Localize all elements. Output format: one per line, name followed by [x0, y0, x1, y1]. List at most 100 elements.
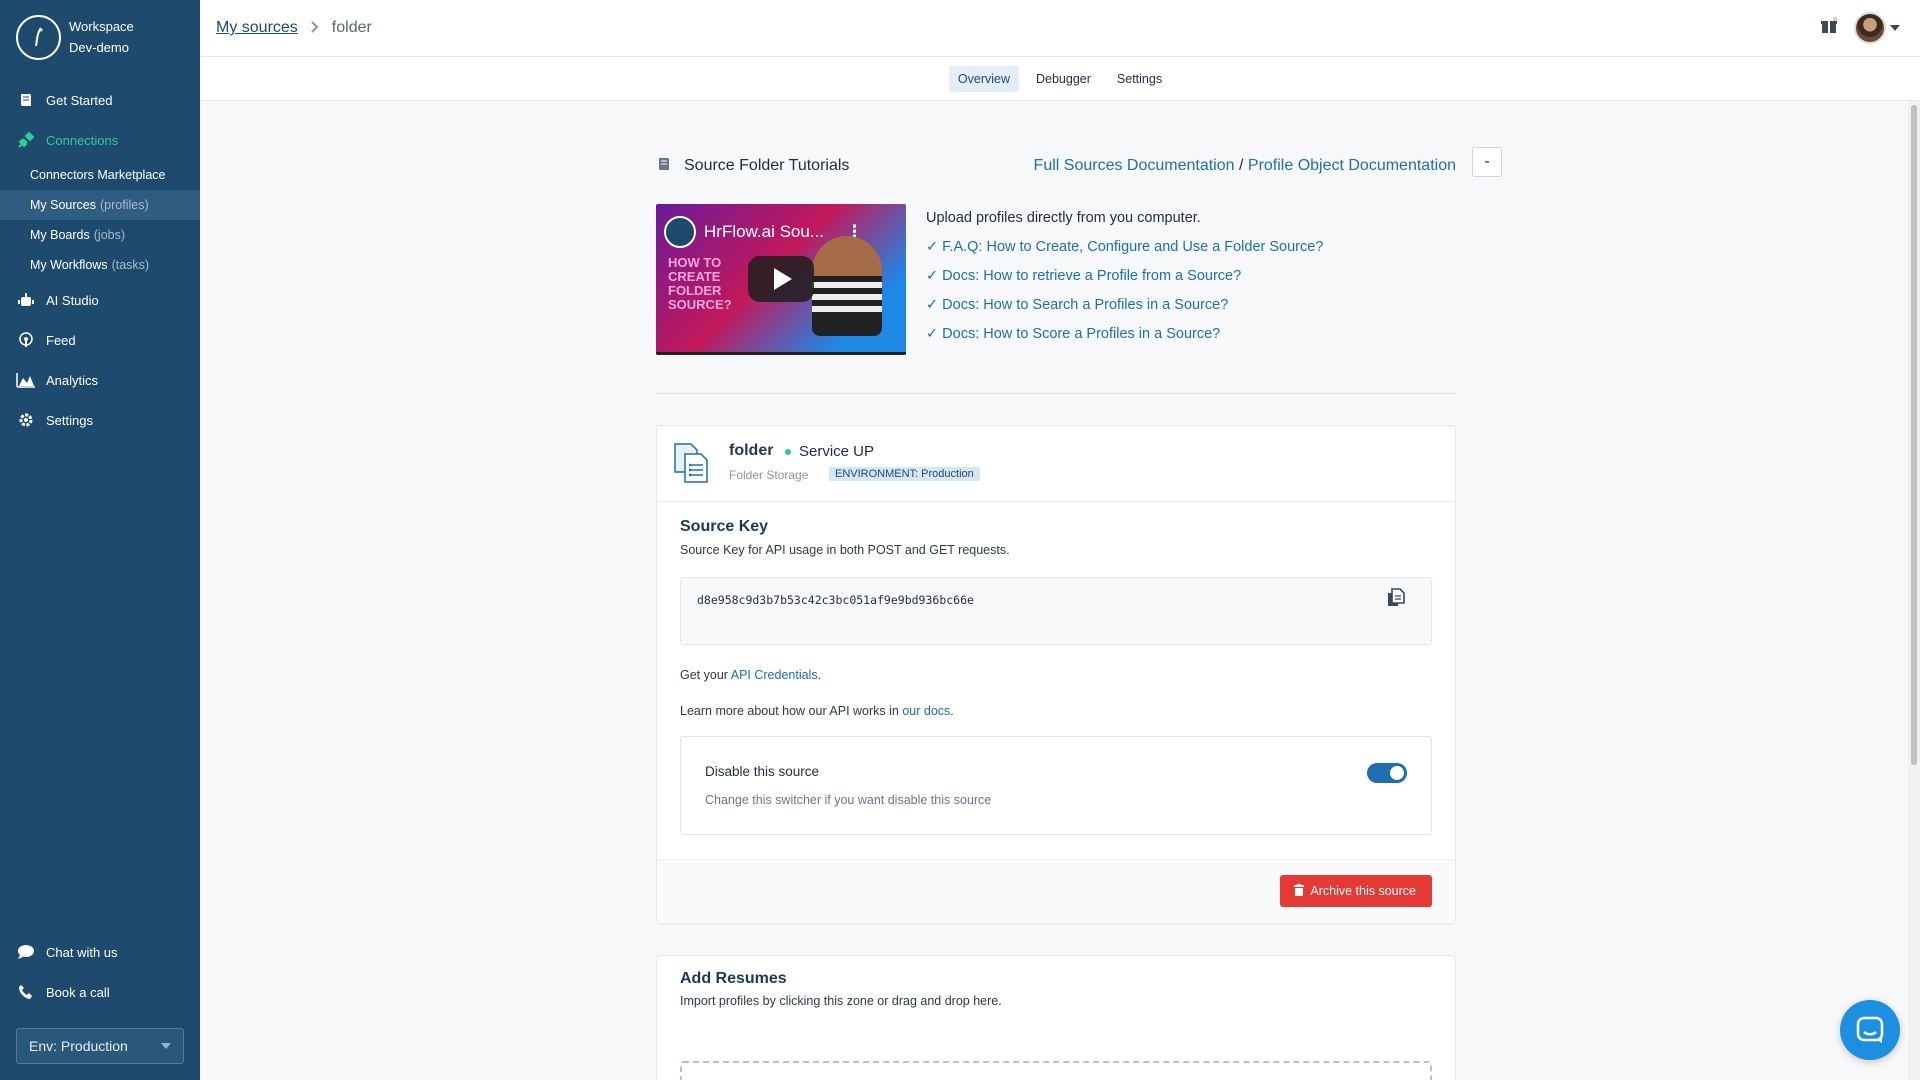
environment-select[interactable]: Env: Production [16, 1028, 184, 1064]
sidebar-item-label: Analytics [46, 372, 99, 388]
chat-launcher-button[interactable] [1840, 1000, 1900, 1060]
folder-storage-icon [672, 441, 712, 483]
breadcrumb-my-sources[interactable]: My sources [216, 19, 298, 37]
source-header: folder Service UP Folder Storage ENVIRON… [657, 426, 1455, 502]
our-docs-link[interactable]: our docs [902, 704, 950, 718]
status-dot-icon [785, 448, 791, 455]
source-key-value[interactable]: d8e958c9d3b7b53c42c3bc051af9e9bd936bc66e [697, 593, 974, 607]
profile-object-doc-link[interactable]: Profile Object Documentation [1248, 157, 1456, 174]
sidebar-item-settings[interactable]: Settings [0, 400, 200, 440]
avatar [1854, 12, 1886, 44]
source-type: Folder Storage [729, 468, 809, 482]
sidebar-item-label: Feed [46, 332, 76, 348]
sidebar-item-label: Book a call [46, 984, 110, 1000]
doc-links-separator: / [1238, 157, 1244, 174]
sidebar-item-book-call[interactable]: Book a call [0, 972, 200, 1012]
sidebar-sub-connectors-marketplace[interactable]: Connectors Marketplace [0, 160, 200, 190]
video-thumbnail-person [812, 236, 882, 336]
hrflow-logo-icon [664, 216, 696, 248]
environment-select-value: Env: Production [29, 1038, 128, 1054]
resume-dropzone[interactable] [680, 1061, 1432, 1080]
sidebar-sub-my-workflows[interactable]: My Workflows (tasks) [0, 250, 200, 280]
source-card-footer: Archive this source [657, 859, 1455, 923]
credentials-text: Get your API Credentials. [680, 668, 822, 682]
tutorials-body: HrFlow.ai Sou... ⋮ HOW TO CREATE FOLDER … [656, 204, 1456, 355]
environment-badge: ENVIRONMENT: Production [829, 467, 980, 481]
sidebar-item-label: Chat with us [46, 944, 118, 960]
page-tabs: Overview Debugger Settings [200, 57, 1920, 101]
add-resumes-subtitle: Import profiles by clicking this zone or… [680, 994, 1002, 1008]
tutorials-title: Source Folder Tutorials [684, 157, 850, 174]
sidebar: Workspace Dev-demo Get Started Connectio… [0, 0, 200, 1080]
tutorial-link-faq[interactable]: ✓ F.A.Q: How to Create, Configure and Us… [926, 233, 1323, 262]
book-icon [656, 156, 672, 177]
sidebar-item-analytics[interactable]: Analytics [0, 360, 200, 400]
sidebar-sub-my-boards[interactable]: My Boards (jobs) [0, 220, 200, 250]
tutorial-list: Upload profiles directly from you comput… [926, 204, 1323, 349]
tutorial-link-score[interactable]: ✓ Docs: How to Score a Profiles in a Sou… [926, 320, 1323, 349]
user-menu[interactable] [1854, 12, 1900, 44]
robot-icon [16, 290, 36, 310]
tab-overview[interactable]: Overview [948, 65, 1019, 92]
sidebar-item-chat[interactable]: Chat with us [0, 932, 200, 972]
sidebar-sub-my-sources[interactable]: My Sources (profiles) [0, 190, 200, 220]
main-content: Source Folder Tutorials Full Sources Doc… [200, 101, 1908, 1080]
tab-settings[interactable]: Settings [1108, 66, 1171, 92]
collapse-tutorials-button[interactable]: - [1472, 147, 1502, 177]
chat-launcher-icon [1856, 1016, 1884, 1043]
tutorial-video[interactable]: HrFlow.ai Sou... ⋮ HOW TO CREATE FOLDER … [656, 204, 906, 355]
chevron-down-icon [161, 1043, 171, 1049]
podcast-icon [16, 330, 36, 350]
top-bar: My sources folder [200, 0, 1920, 57]
gear-icon [16, 410, 36, 430]
add-resumes-title: Add Resumes [680, 970, 787, 987]
chart-area-icon [16, 370, 36, 390]
doc-links: Full Sources Documentation / Profile Obj… [1034, 157, 1456, 175]
source-key-subtitle: Source Key for API usage in both POST an… [680, 543, 1010, 557]
sidebar-item-label: Settings [46, 412, 93, 428]
disable-source-subtitle: Change this switcher if you want disable… [705, 793, 992, 807]
gift-icon[interactable] [1820, 16, 1838, 40]
sidebar-item-get-started[interactable]: Get Started [0, 80, 200, 120]
disable-source-toggle[interactable] [1367, 763, 1407, 783]
chevron-right-icon [310, 20, 320, 36]
trash-icon [1294, 883, 1305, 899]
video-caption: HOW TO CREATE FOLDER SOURCE? [668, 255, 732, 312]
tutorials-header: Source Folder Tutorials Full Sources Doc… [656, 151, 1456, 181]
sidebar-bottom: Chat with us Book a call Env: Production [0, 932, 200, 1080]
chat-bubble-icon [16, 942, 36, 962]
sidebar-item-label: AI Studio [46, 292, 99, 308]
copy-icon[interactable] [1387, 588, 1405, 608]
chevron-down-icon [1890, 25, 1900, 31]
sidebar-item-connections[interactable]: Connections [0, 120, 200, 160]
archive-source-button[interactable]: Archive this source [1280, 875, 1432, 907]
source-status: Service UP [785, 443, 874, 460]
scrollbar[interactable] [1908, 101, 1920, 1080]
workspace-label: Workspace [69, 19, 134, 34]
workspace-name: Dev-demo [69, 40, 129, 55]
play-icon[interactable] [748, 256, 814, 302]
tutorial-link-search[interactable]: ✓ Docs: How to Search a Profiles in a So… [926, 291, 1323, 320]
video-progress-bar [656, 352, 906, 355]
phone-icon [16, 982, 36, 1002]
source-card: folder Service UP Folder Storage ENVIRON… [656, 425, 1456, 924]
add-resumes-card: Add Resumes Import profiles by clicking … [656, 955, 1456, 1080]
api-credentials-link[interactable]: API Credentials [731, 668, 818, 682]
sidebar-item-feed[interactable]: Feed [0, 320, 200, 360]
tutorial-link-retrieve[interactable]: ✓ Docs: How to retrieve a Profile from a… [926, 262, 1323, 291]
workspace-switcher[interactable]: Workspace Dev-demo [0, 0, 200, 74]
tutorial-intro: Upload profiles directly from you comput… [926, 210, 1201, 226]
sidebar-item-label: Connections [46, 132, 119, 148]
full-sources-doc-link[interactable]: Full Sources Documentation [1034, 157, 1235, 174]
section-divider [656, 393, 1456, 394]
scrollbar-thumb[interactable] [1911, 105, 1917, 765]
breadcrumb-current: folder [331, 19, 372, 36]
book-icon [16, 90, 36, 110]
sidebar-item-ai-studio[interactable]: AI Studio [0, 280, 200, 320]
disable-source-title: Disable this source [705, 764, 820, 779]
plug-icon [16, 130, 36, 150]
disable-source-box: Disable this source Change this switcher… [680, 736, 1432, 835]
sidebar-item-label: Get Started [46, 92, 113, 108]
docs-text: Learn more about how our API works in ou… [680, 704, 954, 718]
tab-debugger[interactable]: Debugger [1027, 66, 1100, 92]
